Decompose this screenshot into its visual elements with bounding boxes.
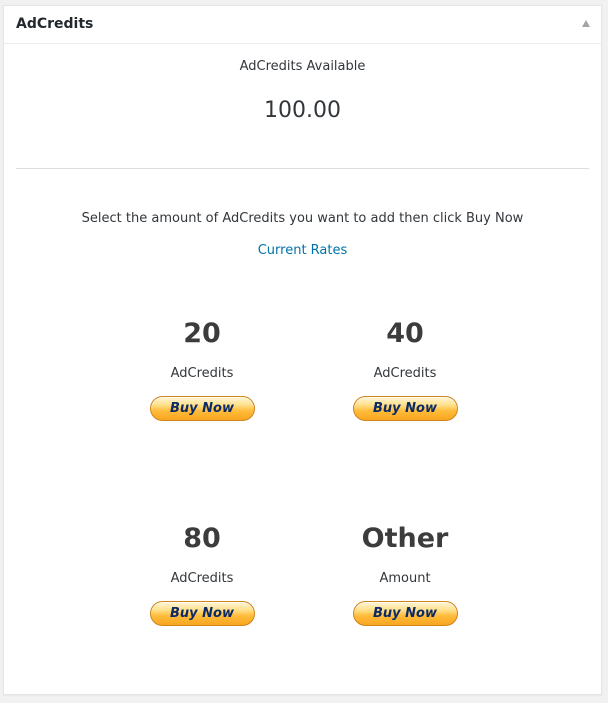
credits-available-value: 100.00 (264, 98, 341, 123)
current-rates-link[interactable]: Current Rates (258, 243, 348, 258)
option-amount: Other (361, 523, 449, 554)
option-amount: 40 (386, 318, 424, 349)
divider (16, 168, 589, 169)
credits-available-label: AdCredits Available (239, 59, 366, 74)
credit-option-80: 80 AdCredits Buy Now (102, 521, 302, 626)
buy-now-button-40[interactable]: Buy Now (352, 396, 458, 421)
option-unit: AdCredits (170, 571, 234, 586)
credit-option-20: 20 AdCredits Buy Now (102, 316, 302, 421)
adcredits-panel: AdCredits AdCredits Available 100.00 Sel… (3, 5, 602, 695)
option-unit: AdCredits (373, 366, 437, 381)
option-amount: 20 (183, 318, 221, 349)
collapse-toggle-icon[interactable] (582, 20, 590, 27)
purchase-instructions: Select the amount of AdCredits you want … (81, 211, 524, 226)
credit-option-other: Other Amount Buy Now (305, 521, 505, 626)
current-rates-container: Current Rates (4, 243, 601, 258)
credit-option-40: 40 AdCredits Buy Now (305, 316, 505, 421)
option-amount: 80 (183, 523, 221, 554)
option-unit: Amount (379, 571, 431, 586)
panel-title: AdCredits (16, 16, 94, 32)
option-unit: AdCredits (170, 366, 234, 381)
buy-now-button-other[interactable]: Buy Now (352, 601, 458, 626)
buy-now-button-80[interactable]: Buy Now (149, 601, 255, 626)
buy-now-button-20[interactable]: Buy Now (149, 396, 255, 421)
panel-header: AdCredits (4, 6, 601, 44)
